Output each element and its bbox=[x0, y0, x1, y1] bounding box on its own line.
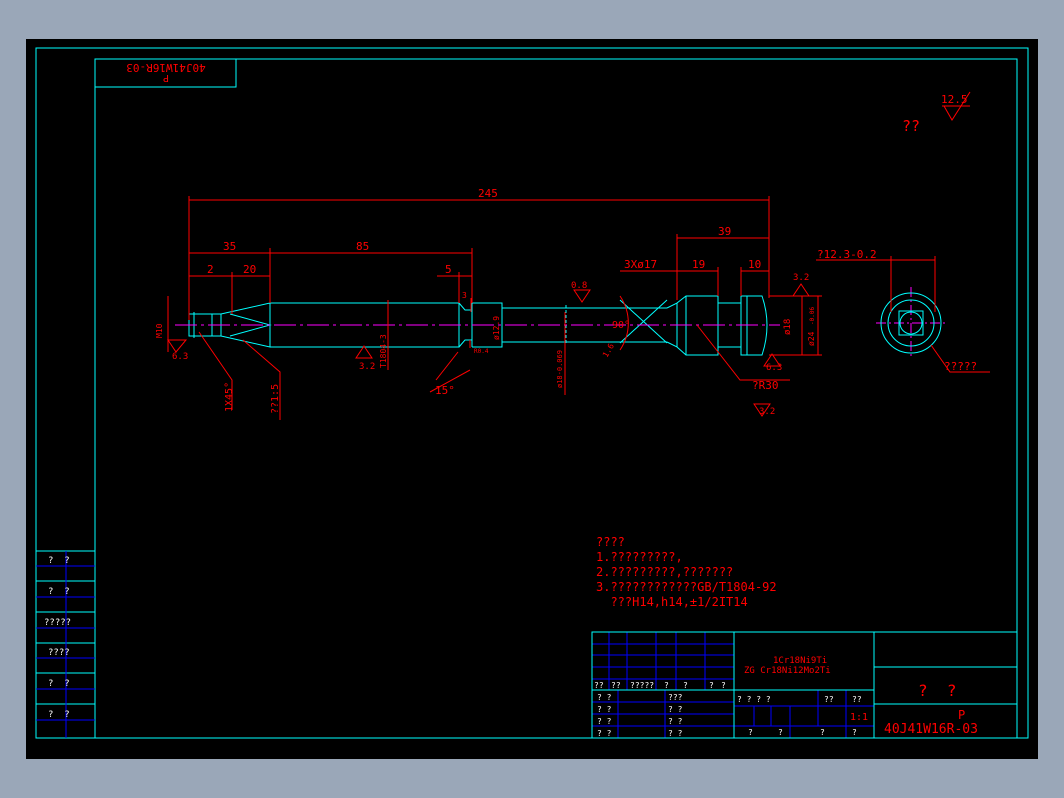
dim-10: 10 bbox=[748, 258, 761, 271]
note-4: ???H14,h14,±1/2IT14 bbox=[596, 595, 748, 609]
note-3: 3.????????????GB/T1804-92 bbox=[596, 580, 777, 594]
rough-32c: 3.2 bbox=[759, 407, 775, 417]
dim-35: 35 bbox=[223, 240, 236, 253]
dim-3: 3 bbox=[462, 291, 467, 300]
scale: 1:1 bbox=[850, 712, 868, 723]
dim-15deg: 15° bbox=[435, 384, 455, 397]
dim-20: 20 bbox=[243, 263, 256, 276]
dim-dia129: ø12.9 bbox=[492, 316, 501, 340]
left-table-row-0: ? ? bbox=[48, 556, 70, 566]
bottom-2: ? bbox=[820, 728, 825, 737]
hdr-6: ? bbox=[721, 681, 726, 690]
rough-32a: 3.2 bbox=[359, 362, 375, 372]
left-table-row-4: ? ? bbox=[48, 679, 70, 689]
row-left-2: ? ? bbox=[597, 717, 612, 726]
dim-39: 39 bbox=[718, 225, 731, 238]
dim-holes: 3Xø17 bbox=[624, 258, 657, 271]
rough-08: 0.8 bbox=[571, 281, 587, 291]
dim-85: 85 bbox=[356, 240, 369, 253]
hdr-4: ? bbox=[683, 681, 688, 690]
dim-m10: M10 bbox=[155, 323, 164, 338]
rough-63a: 6.3 bbox=[172, 352, 188, 362]
drawing-prefix: P bbox=[958, 708, 965, 722]
dim-section-width: ?12.3-0.2 bbox=[817, 248, 877, 261]
dim-dia24-tol: -0.06 bbox=[809, 307, 816, 325]
material-line2: ZG Cr18Ni12Mo2Ti bbox=[744, 666, 831, 676]
bottom-1: ? bbox=[778, 728, 783, 737]
hdr-1: ?? bbox=[611, 681, 621, 690]
dim-90deg: 90° bbox=[612, 320, 630, 331]
hdr-0: ?? bbox=[594, 681, 604, 690]
drawing-number: 40J41W16R-03 bbox=[884, 722, 978, 737]
row-left-1: ? ? bbox=[597, 705, 612, 714]
row-mid-2: ? ? bbox=[668, 717, 683, 726]
dim-dia24: ø24 bbox=[807, 331, 816, 346]
stage-2: ?? bbox=[852, 695, 862, 704]
bottom-3: ? bbox=[852, 728, 857, 737]
material-line1: 1Cr18Ni9Ti bbox=[773, 656, 827, 666]
dim-5: 5 bbox=[445, 263, 452, 276]
rough-63b: 6.3 bbox=[766, 363, 782, 373]
drawing-area bbox=[26, 39, 1038, 759]
hdr-3: ? bbox=[664, 681, 669, 690]
hdr-2: ????? bbox=[630, 681, 654, 690]
stage-0: ? ? ? ? bbox=[737, 695, 771, 704]
dim-chamfer: 1X45° bbox=[224, 382, 235, 412]
roughness-note: ?? bbox=[902, 117, 920, 135]
note-1: 1.?????????, bbox=[596, 550, 683, 564]
part-name: ? ? bbox=[918, 681, 957, 700]
roughness-main-value: 12.5 bbox=[941, 93, 968, 106]
dim-r04: R0.4 bbox=[474, 348, 489, 355]
dim-2: 2 bbox=[207, 263, 214, 276]
bottom-0: ? bbox=[748, 728, 753, 737]
left-table-row-3: ???? bbox=[48, 648, 70, 658]
note-2: 2.?????????,??????? bbox=[596, 565, 733, 579]
dim-r30: ?R30 bbox=[752, 379, 779, 392]
rough-32b: 3.2 bbox=[793, 273, 809, 283]
note-0: ???? bbox=[596, 535, 625, 549]
row-mid-0: ??? bbox=[668, 693, 683, 702]
drawing-canvas: P 40J41W16R-03 12.5 ?? 245 35 85 2 20 5 … bbox=[26, 39, 1038, 759]
top-box-number: 40J41W16R-03 bbox=[126, 61, 205, 74]
section-note: ????? bbox=[944, 360, 977, 373]
dim-overall: 245 bbox=[478, 187, 498, 200]
dim-t1804: T1804-3 bbox=[379, 334, 388, 368]
row-left-0: ? ? bbox=[597, 693, 612, 702]
row-left-3: ? ? bbox=[597, 729, 612, 738]
dim-dia18: ø18 bbox=[783, 319, 793, 335]
left-table-row-2: ????? bbox=[44, 618, 71, 628]
left-table-row-1: ? ? bbox=[48, 587, 70, 597]
left-table-row-5: ? ? bbox=[48, 710, 70, 720]
stage-1: ?? bbox=[824, 695, 834, 704]
dim-19: 19 bbox=[692, 258, 705, 271]
hdr-5: ? bbox=[709, 681, 714, 690]
row-mid-1: ? ? bbox=[668, 705, 683, 714]
row-mid-3: ? ? bbox=[668, 729, 683, 738]
dim-dia18-tol: ø18-0.069 bbox=[556, 350, 564, 388]
dim-taper: ??1:5 bbox=[270, 384, 281, 414]
